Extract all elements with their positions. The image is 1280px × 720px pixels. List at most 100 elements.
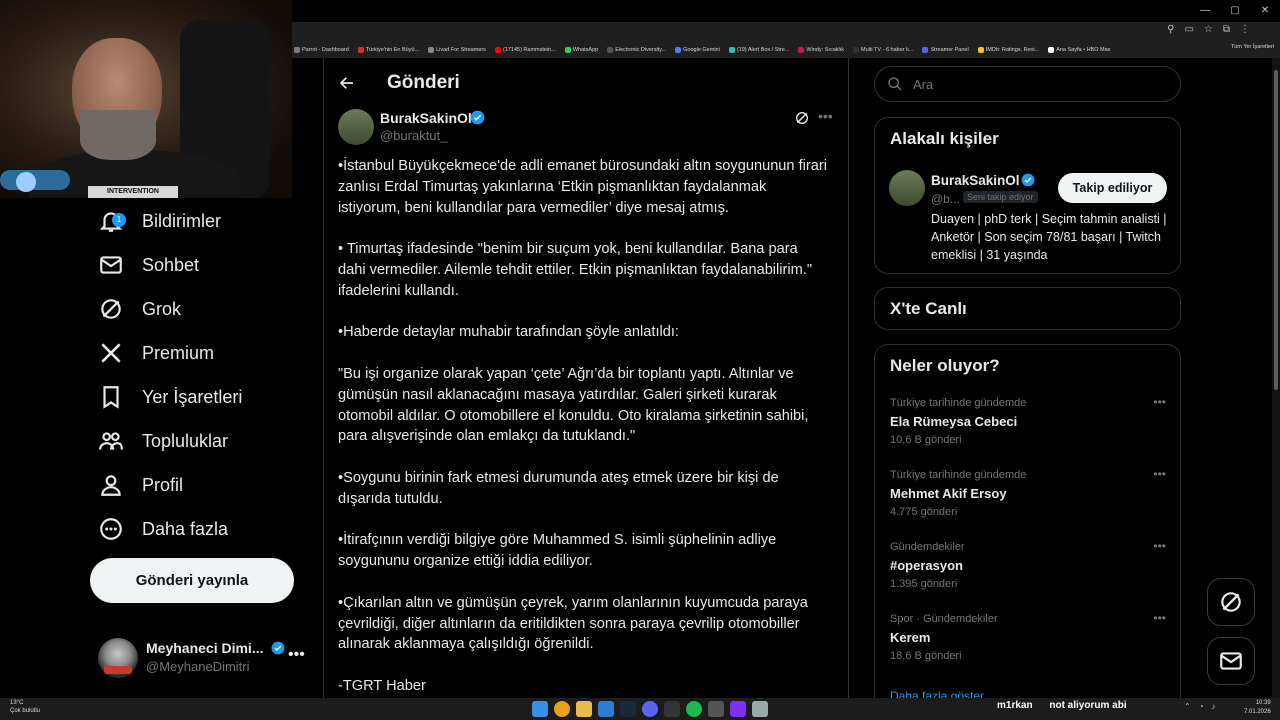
- bookmark-item[interactable]: WhatsApp: [564, 47, 599, 53]
- bookmark-label: Parrot - Dashboard: [302, 47, 349, 53]
- nav-item-1[interactable]: 1 Bildirimler: [98, 199, 221, 243]
- app-icon[interactable]: [752, 701, 768, 717]
- volume-icon[interactable]: ♪: [1212, 702, 1216, 711]
- start-icon[interactable]: [532, 701, 548, 717]
- file-explorer-icon[interactable]: [576, 701, 592, 717]
- more-horizontal-icon[interactable]: •••: [1153, 611, 1166, 625]
- menu-icon[interactable]: ⋮: [1240, 24, 1250, 35]
- bookmarks-bar: Parrot - Dashboard Türkiye'nin En Büyü...…: [292, 42, 1280, 58]
- bookmark-item[interactable]: IMDb: Ratings, Revi...: [977, 47, 1040, 53]
- network-icon[interactable]: ◔: [1199, 702, 1204, 711]
- related-handle[interactable]: @b...: [931, 192, 960, 206]
- follows-you-badge: Seni takip ediyor: [963, 191, 1038, 203]
- chrome-icon[interactable]: [554, 701, 570, 717]
- grok-icon[interactable]: [794, 110, 810, 126]
- bookmark-item[interactable]: Türkiye'nin En Büyü...: [357, 47, 419, 53]
- more-horizontal-icon[interactable]: •••: [818, 108, 833, 124]
- bookmark-label: Electronic Diversity...: [615, 47, 667, 53]
- settings-icon[interactable]: [708, 701, 724, 717]
- clock-time: 10:39: [1255, 700, 1271, 706]
- chevron-up-icon[interactable]: ⌃: [1184, 702, 1191, 711]
- notification-count-badge: 1: [112, 213, 126, 227]
- bookmark-item[interactable]: Livad For Streamers: [428, 47, 486, 53]
- related-people-title: Alakalı kişiler: [890, 129, 999, 148]
- bookmark-item[interactable]: Windy: Sıcaklık: [798, 47, 844, 53]
- bookmark-favicon-icon: [1048, 47, 1055, 53]
- post-button[interactable]: Gönderi yayınla: [90, 558, 294, 603]
- star-icon[interactable]: ☆: [1204, 24, 1213, 35]
- epic-games-icon[interactable]: [664, 701, 680, 717]
- more-horizontal-icon[interactable]: •••: [288, 646, 305, 664]
- bookmark-item[interactable]: (17145) Rammstein...: [494, 47, 556, 53]
- nav-item-6[interactable]: Topluluklar: [98, 419, 228, 463]
- account-switcher[interactable]: Meyhaneci Dimi... @MeyhaneDimitri •••: [98, 636, 308, 680]
- trend-item[interactable]: Spor · Gündemdekiler Kerem 18,6 B gönderi •…: [890, 611, 1170, 675]
- bookmark-item[interactable]: Google Gemini: [675, 47, 720, 53]
- outlook-icon[interactable]: [598, 701, 614, 717]
- close-window-button[interactable]: ✕: [1250, 0, 1280, 20]
- bookmark-favicon-icon: [922, 47, 929, 53]
- clock-date: 7.01.2026: [1244, 709, 1271, 715]
- extensions-icon[interactable]: ⧉: [1223, 24, 1230, 35]
- author-handle[interactable]: @buraktut_: [380, 128, 447, 143]
- following-button[interactable]: Takip ediliyor: [1058, 173, 1167, 203]
- messages-floating-button[interactable]: [1207, 637, 1255, 685]
- nav-item-2[interactable]: Sohbet: [98, 243, 199, 287]
- clock[interactable]: 10:39 7.01.2026: [1244, 699, 1271, 717]
- search-icon[interactable]: ⚲: [1167, 24, 1174, 35]
- nav-item-5[interactable]: Yer İşaretleri: [98, 375, 242, 419]
- nav-item-8[interactable]: Daha fazla: [98, 507, 228, 551]
- more-horizontal-icon[interactable]: •••: [1153, 395, 1166, 409]
- scrollbar-thumb[interactable]: [1274, 70, 1278, 390]
- bookmark-favicon-icon: [798, 47, 805, 53]
- author-avatar[interactable]: [338, 109, 374, 145]
- grok-icon: [98, 296, 124, 322]
- related-name[interactable]: BurakSakinOl: [931, 173, 1020, 188]
- bookmark-item[interactable]: (19) Alert Box / Stre...: [728, 47, 789, 53]
- bookmark-label: Windy: Sıcaklık: [806, 47, 844, 53]
- nav-item-4[interactable]: Premium: [98, 331, 214, 375]
- more-horizontal-icon[interactable]: •••: [1153, 467, 1166, 481]
- discord-icon[interactable]: [642, 701, 658, 717]
- back-arrow-icon[interactable]: [338, 74, 356, 92]
- more-circle-icon: [98, 516, 124, 542]
- address-bar[interactable]: [292, 22, 1280, 42]
- related-avatar[interactable]: [889, 170, 925, 206]
- obs-icon[interactable]: [730, 701, 746, 717]
- trend-context: Spor · Gündemdekiler: [890, 613, 998, 625]
- live-on-x-card[interactable]: X'te Canlı: [874, 287, 1181, 330]
- bookmark-item[interactable]: Streamer Panel: [922, 47, 969, 53]
- trend-item[interactable]: Türkiye tarihinde gündemde Ela Rümeysa Ce…: [890, 395, 1170, 459]
- address-bar-icons: ⚲ ▭ ☆ ⧉ ⋮: [1167, 24, 1250, 35]
- weather-widget[interactable]: 13°C Çok bulutlu: [10, 699, 40, 715]
- bookmark-label: Ana Sayfa • HBO Max: [1056, 47, 1111, 53]
- steam-icon[interactable]: [620, 701, 636, 717]
- bookmark-label: IMDb: Ratings, Revi...: [985, 47, 1040, 53]
- grok-floating-button[interactable]: [1207, 578, 1255, 626]
- post-paragraph: • Timurtaş ifadesinde "benim bir suçum y…: [338, 241, 813, 299]
- trend-item[interactable]: Türkiye tarihinde gündemde Mehmet Akif Er…: [890, 467, 1170, 531]
- all-bookmarks-link[interactable]: Tüm Yer İşaretleri: [1231, 44, 1274, 50]
- trend-name: Ela Rümeysa Cebeci: [890, 414, 1018, 429]
- bookmark-item[interactable]: Electronic Diversity...: [607, 47, 666, 53]
- author-name[interactable]: BurakSakinOl: [380, 110, 472, 126]
- bookmark-item[interactable]: Multi TV - 6 haber k...: [853, 47, 913, 53]
- search-input[interactable]: [913, 76, 1153, 92]
- trend-item[interactable]: Gündemdekiler #operasyon 1.395 gönderi •••: [890, 539, 1170, 603]
- bookmark-label: WhatsApp: [572, 47, 599, 53]
- trend-post-count: 1.395 gönderi: [890, 578, 958, 590]
- trend-context: Türkiye tarihinde gündemde: [890, 469, 1027, 481]
- account-name: Meyhaneci Dimi...: [146, 640, 285, 656]
- more-horizontal-icon[interactable]: •••: [1153, 539, 1166, 553]
- nav-item-3[interactable]: Grok: [98, 287, 181, 331]
- search-box[interactable]: [874, 66, 1181, 102]
- maximize-button[interactable]: ▢: [1220, 0, 1250, 20]
- minimize-button[interactable]: —: [1190, 0, 1220, 20]
- bookmark-item[interactable]: Ana Sayfa • HBO Max: [1048, 47, 1110, 53]
- nav-item-label: Premium: [142, 342, 215, 363]
- bookmark-item[interactable]: Parrot - Dashboard: [294, 47, 349, 53]
- nav-item-7[interactable]: Profil: [98, 463, 183, 507]
- system-tray: ⌃ ◔ ♪: [1184, 702, 1216, 711]
- cast-icon[interactable]: ▭: [1184, 24, 1193, 35]
- spotify-icon[interactable]: [686, 701, 702, 717]
